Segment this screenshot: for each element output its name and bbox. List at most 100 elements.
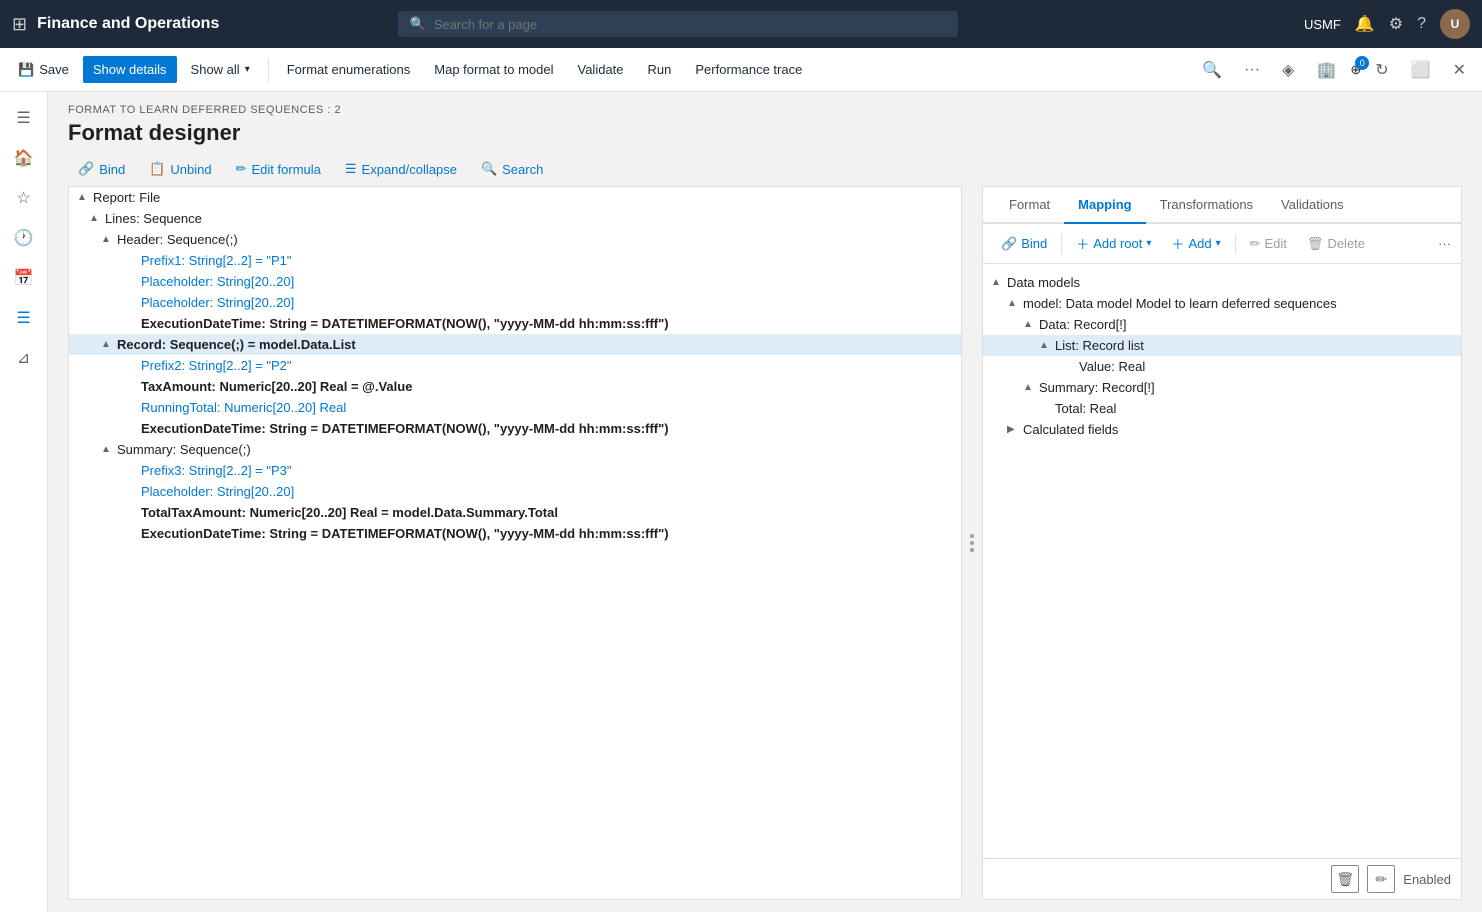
tab-mapping[interactable]: Mapping — [1064, 187, 1145, 224]
toolbar-diamond-button[interactable]: ◈ — [1274, 54, 1302, 86]
tree-label-summary: Summary: Sequence(;) — [117, 442, 251, 457]
help-icon[interactable]: ? — [1417, 15, 1426, 33]
expand-collapse-icon: ☰ — [345, 161, 357, 177]
tree-node-record[interactable]: ▲ Record: Sequence(;) = model.Data.List — [69, 334, 961, 355]
show-all-button[interactable]: Show all ▾ — [181, 56, 260, 83]
tree-node-runningtotal[interactable]: RunningTotal: Numeric[20..20] Real — [69, 397, 961, 418]
toggle-summary: ▲ — [101, 444, 113, 455]
app-menu-icon[interactable]: ⊞ — [12, 14, 27, 35]
tree-label-runningtotal: RunningTotal: Numeric[20..20] Real — [141, 400, 346, 415]
tab-validations[interactable]: Validations — [1267, 187, 1358, 224]
tree-node-summary[interactable]: ▲ Summary: Sequence(;) — [69, 439, 961, 460]
tree-label-prefix3: Prefix3: String[2..2] = "P3" — [141, 463, 292, 478]
search-button[interactable]: 🔍 Search — [471, 156, 553, 182]
dt-node-data-record[interactable]: ▲ Data: Record[!] — [983, 314, 1461, 335]
bind-button[interactable]: 🔗 Bind — [68, 156, 135, 182]
add-root-icon: ＋ — [1076, 234, 1089, 253]
edit-formula-icon: ✏ — [236, 161, 247, 177]
search-tree-icon: 🔍 — [481, 161, 497, 177]
tree-node-totaltax[interactable]: TotalTaxAmount: Numeric[20..20] Real = m… — [69, 502, 961, 523]
panel-resize-grip[interactable] — [966, 186, 978, 900]
show-details-button[interactable]: Show details — [83, 56, 177, 83]
dt-node-data-models[interactable]: ▲ Data models — [983, 272, 1461, 293]
data-model-tree: ▲ Data models ▲ model: Data model Model … — [983, 264, 1461, 858]
status-delete-icon[interactable]: 🗑 — [1331, 865, 1359, 893]
bind-icon: 🔗 — [78, 161, 94, 177]
dt-label-data-record: Data: Record[!] — [1039, 317, 1126, 332]
tree-node-prefix3[interactable]: Prefix3: String[2..2] = "P3" — [69, 460, 961, 481]
add-button[interactable]: ＋ Add ▾ — [1163, 230, 1228, 257]
main-toolbar: 💾 Save Show details Show all ▾ Format en… — [0, 48, 1482, 92]
tree-node-execdate1[interactable]: ExecutionDateTime: String = DATETIMEFORM… — [69, 313, 961, 334]
tree-node-execdate3[interactable]: ExecutionDateTime: String = DATETIMEFORM… — [69, 523, 961, 544]
tree-node-header[interactable]: ▲ Header: Sequence(;) — [69, 229, 961, 250]
format-enumerations-button[interactable]: Format enumerations — [277, 56, 421, 83]
tree-node-lines[interactable]: ▲ Lines: Sequence — [69, 208, 961, 229]
nav-star-icon[interactable]: ☆ — [6, 180, 42, 216]
notification-icon[interactable]: 🔔 — [1355, 14, 1375, 34]
validate-button[interactable]: Validate — [568, 56, 634, 83]
tree-node-placeholder3[interactable]: Placeholder: String[20..20] — [69, 481, 961, 502]
user-avatar[interactable]: U — [1440, 9, 1470, 39]
tree-node-report[interactable]: ▲ Report: File — [69, 187, 961, 208]
toolbar-close-button[interactable]: ✕ — [1445, 54, 1474, 86]
status-edit-icon[interactable]: ✏ — [1367, 865, 1395, 893]
nav-home-icon[interactable]: 🏠 — [6, 140, 42, 176]
nav-recent-icon[interactable]: 🕐 — [6, 220, 42, 256]
dt-node-model[interactable]: ▲ model: Data model Model to learn defer… — [983, 293, 1461, 314]
unbind-button[interactable]: 📋 Unbind — [139, 156, 221, 182]
add-dropdown-icon: ▾ — [1216, 238, 1221, 249]
right-panel-tabs: Format Mapping Transformations Validatio… — [983, 187, 1461, 224]
nav-calendar-icon[interactable]: 📅 — [6, 260, 42, 296]
toolbar-search-button[interactable]: 🔍 — [1194, 54, 1230, 86]
tree-node-prefix1[interactable]: Prefix1: String[2..2] = "P1" — [69, 250, 961, 271]
right-panel-toolbar: 🔗 Bind ＋ Add root ▾ ＋ Add ▾ — [983, 224, 1461, 264]
app-title: Finance and Operations — [37, 15, 219, 33]
tree-label-totaltax: TotalTaxAmount: Numeric[20..20] Real = m… — [141, 505, 558, 520]
map-format-button[interactable]: Map format to model — [424, 56, 563, 83]
search-icon: 🔍 — [410, 16, 426, 32]
nav-hamburger-icon[interactable]: ☰ — [6, 100, 42, 136]
tree-node-taxamount[interactable]: TaxAmount: Numeric[20..20] Real = @.Valu… — [69, 376, 961, 397]
tree-label-placeholder1: Placeholder: String[20..20] — [141, 274, 294, 289]
toolbar-badge-button[interactable]: ⊕ 0 — [1350, 62, 1361, 78]
settings-icon[interactable]: ⚙ — [1389, 14, 1403, 34]
performance-trace-button[interactable]: Performance trace — [685, 56, 812, 83]
tab-format[interactable]: Format — [995, 187, 1064, 224]
toggle-lines: ▲ — [89, 213, 101, 224]
nav-filter-icon[interactable]: ⊿ — [6, 340, 42, 376]
add-root-button[interactable]: ＋ Add root ▾ — [1068, 230, 1159, 257]
right-bind-button[interactable]: 🔗 Bind — [993, 232, 1055, 256]
dt-node-list[interactable]: ▲ List: Record list — [983, 335, 1461, 356]
edit-formula-button[interactable]: ✏ Edit formula — [226, 156, 331, 182]
run-button[interactable]: Run — [638, 56, 682, 83]
tree-node-placeholder1[interactable]: Placeholder: String[20..20] — [69, 271, 961, 292]
expand-collapse-button[interactable]: ☰ Expand/collapse — [335, 156, 467, 182]
dt-node-value[interactable]: Value: Real — [983, 356, 1461, 377]
right-toolbar-more[interactable]: ··· — [1438, 236, 1451, 251]
dt-node-calc-fields[interactable]: ▶ Calculated fields — [983, 419, 1461, 440]
tree-label-header: Header: Sequence(;) — [117, 232, 238, 247]
tab-transformations[interactable]: Transformations — [1146, 187, 1267, 224]
add-icon: ＋ — [1171, 234, 1184, 253]
toolbar-office-button[interactable]: 🏢 — [1308, 54, 1344, 86]
tree-node-execdate2[interactable]: ExecutionDateTime: String = DATETIMEFORM… — [69, 418, 961, 439]
toolbar-expand-button[interactable]: ⬜ — [1403, 54, 1439, 86]
dt-node-summary-record[interactable]: ▲ Summary: Record[!] — [983, 377, 1461, 398]
toolbar-refresh-button[interactable]: ↻ — [1367, 54, 1396, 86]
global-search-input[interactable] — [434, 17, 946, 32]
toolbar-right-actions: 🔍 ··· ◈ 🏢 ⊕ 0 ↻ ⬜ ✕ — [1194, 54, 1474, 86]
global-search-bar[interactable]: 🔍 — [398, 11, 958, 37]
tree-node-prefix2[interactable]: Prefix2: String[2..2] = "P2" — [69, 355, 961, 376]
delete-button[interactable]: 🗑 Delete — [1299, 232, 1373, 256]
top-right-icons: USMF 🔔 ⚙ ? U — [1304, 9, 1470, 39]
nav-list-icon[interactable]: ☰ — [6, 300, 42, 336]
edit-button[interactable]: ✏ Edit — [1242, 232, 1295, 256]
tree-label-prefix2: Prefix2: String[2..2] = "P2" — [141, 358, 292, 373]
tree-node-placeholder2[interactable]: Placeholder: String[20..20] — [69, 292, 961, 313]
toolbar-more-button[interactable]: ··· — [1236, 55, 1268, 85]
dt-node-total[interactable]: Total: Real — [983, 398, 1461, 419]
save-button[interactable]: 💾 Save — [8, 56, 79, 84]
page-title: Format designer — [68, 120, 1462, 146]
dt-label-list: List: Record list — [1055, 338, 1144, 353]
